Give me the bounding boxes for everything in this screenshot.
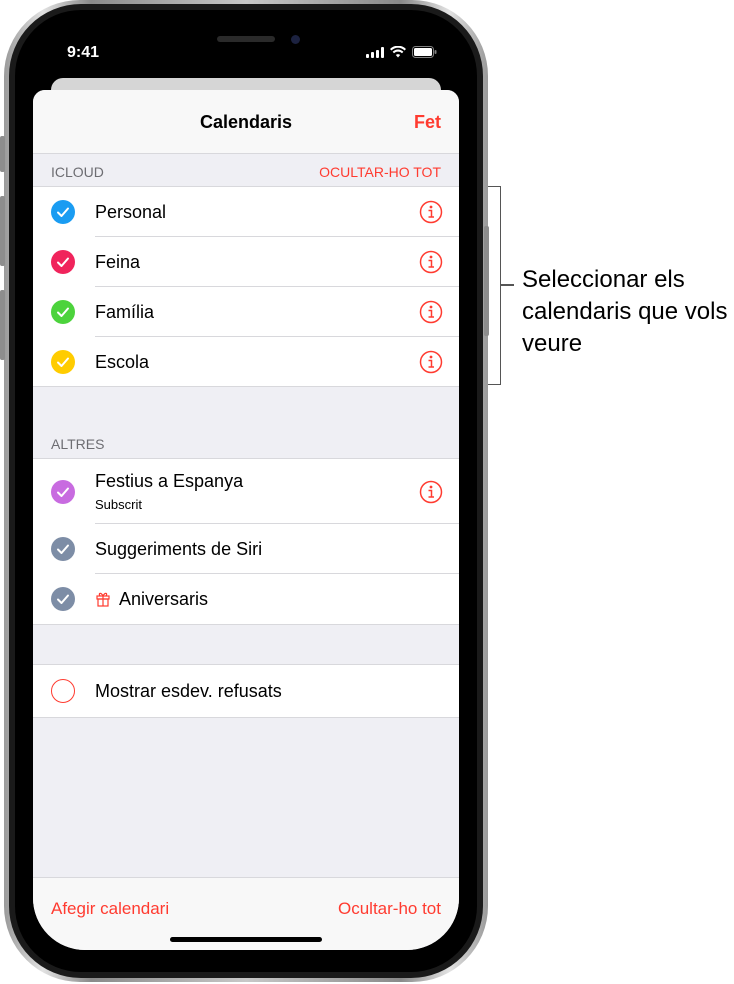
empty-circle-icon[interactable] xyxy=(51,679,75,703)
calendar-label: Escola xyxy=(95,352,150,372)
status-time: 9:41 xyxy=(67,44,100,61)
calendar-row-birthdays[interactable]: Aniversaris xyxy=(33,574,459,624)
calendar-row-familia[interactable]: Família xyxy=(33,287,459,337)
done-button[interactable]: Fet xyxy=(414,112,441,133)
phone-screen: 9:41 Calendaris Fet ICLOUD OCULTAR-HO TO… xyxy=(33,22,459,950)
calendar-row-escola[interactable]: Escola xyxy=(33,337,459,386)
calendar-label: Suggeriments de Siri xyxy=(95,539,263,559)
mute-switch xyxy=(0,136,5,172)
volume-up-button xyxy=(0,196,5,266)
calendar-row-holidays[interactable]: Festius a Espanya Subscrit xyxy=(33,459,459,524)
calendar-sublabel: Subscrit xyxy=(95,497,142,512)
info-icon[interactable] xyxy=(419,480,443,504)
annotation-leader-line xyxy=(500,284,514,286)
calendar-label: Personal xyxy=(95,202,167,222)
icloud-header-label: ICLOUD xyxy=(51,164,104,180)
calendar-label: Aniversaris xyxy=(119,589,209,609)
calendar-row-personal[interactable]: Personal xyxy=(33,187,459,237)
wifi-icon xyxy=(390,46,406,58)
info-icon[interactable] xyxy=(419,350,443,374)
gift-icon xyxy=(96,592,110,607)
cellular-signal-icon xyxy=(366,46,384,58)
calendar-row-feina[interactable]: Feina xyxy=(33,237,459,287)
icloud-hide-all-button[interactable]: OCULTAR-HO TOT xyxy=(319,164,441,180)
info-icon[interactable] xyxy=(419,300,443,324)
icloud-section-header: ICLOUD OCULTAR-HO TOT xyxy=(33,154,459,186)
check-icon[interactable] xyxy=(51,350,75,374)
info-icon[interactable] xyxy=(419,250,443,274)
status-icons xyxy=(366,46,437,58)
navigation-bar: Calendaris Fet xyxy=(33,90,459,154)
others-header-label: ALTRES xyxy=(51,436,105,452)
check-icon[interactable] xyxy=(51,587,75,611)
declined-list: Mostrar esdev. refusats xyxy=(33,664,459,718)
add-calendar-button[interactable]: Afegir calendari xyxy=(51,899,169,919)
check-icon[interactable] xyxy=(51,200,75,224)
others-section-header: ALTRES xyxy=(33,426,459,458)
front-camera xyxy=(291,35,300,44)
check-icon[interactable] xyxy=(51,537,75,561)
page-title: Calendaris xyxy=(199,112,293,132)
speaker-grille xyxy=(217,36,275,42)
calendar-label: Família xyxy=(95,302,155,322)
show-declined-row[interactable]: Mostrar esdev. refusats xyxy=(33,665,459,717)
volume-down-button xyxy=(0,290,5,360)
annotation-callout: Seleccionar els calendaris que vols veur… xyxy=(522,266,728,357)
info-icon[interactable] xyxy=(419,200,443,224)
show-declined-label: Mostrar esdev. refusats xyxy=(95,681,282,701)
calendar-row-siri[interactable]: Suggeriments de Siri xyxy=(33,524,459,574)
calendar-label: Feina xyxy=(95,252,141,272)
home-indicator[interactable] xyxy=(170,937,322,942)
check-icon[interactable] xyxy=(51,300,75,324)
calendar-label: Festius a Espanya xyxy=(95,471,244,491)
hide-all-button[interactable]: Ocultar-ho tot xyxy=(338,899,441,919)
icloud-list: Personal Feina Família Escola xyxy=(33,186,459,387)
others-list: Festius a Espanya Subscrit Suggeriments … xyxy=(33,458,459,625)
battery-icon xyxy=(412,46,437,58)
calendars-sheet: Calendaris Fet ICLOUD OCULTAR-HO TOT Per… xyxy=(33,90,459,950)
check-icon[interactable] xyxy=(51,250,75,274)
check-icon[interactable] xyxy=(51,480,75,504)
annotation-bracket xyxy=(488,186,501,385)
